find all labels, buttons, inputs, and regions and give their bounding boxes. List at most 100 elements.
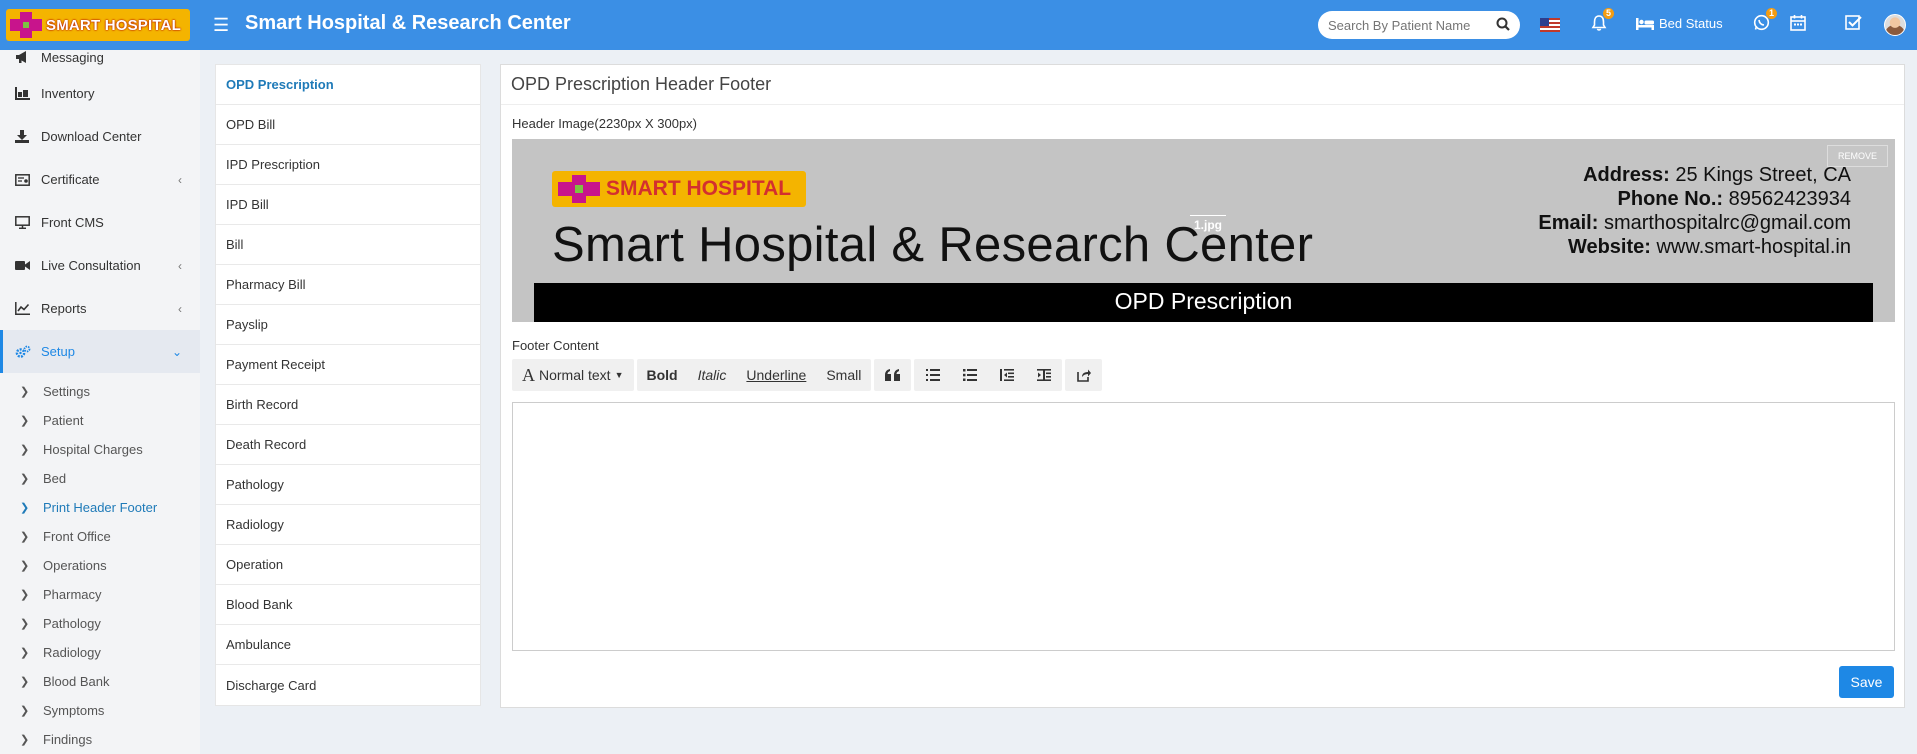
menu-item-death-record[interactable]: Death Record [216, 425, 480, 465]
share-icon[interactable] [1065, 359, 1102, 391]
menu-item-radiology[interactable]: Radiology [216, 505, 480, 545]
header-logo: SMART HOSPITAL [552, 171, 806, 207]
bed-icon [1636, 18, 1654, 30]
menu-item-opd-bill[interactable]: OPD Bill [216, 105, 480, 145]
whatsapp-icon[interactable]: 1 [1753, 8, 1777, 34]
app-logo[interactable]: SMART HOSPITAL [6, 9, 190, 41]
sub-item-print-header-footer[interactable]: ❯ Print Header Footer [0, 493, 200, 522]
sub-item-findings[interactable]: ❯ Findings [0, 725, 200, 754]
search-icon[interactable] [1496, 17, 1510, 34]
sub-item-label: Operations [43, 558, 107, 573]
sub-item-front-office[interactable]: ❯ Front Office [0, 522, 200, 551]
indent-icon[interactable] [1025, 359, 1062, 391]
menu-item-discharge-card[interactable]: Discharge Card [216, 665, 480, 705]
sub-item-operations[interactable]: ❯ Operations [0, 551, 200, 580]
menu-item-payment-receipt[interactable]: Payment Receipt [216, 345, 480, 385]
sidebar-item-inventory[interactable]: Inventory [0, 72, 200, 115]
menu-item-ipd-prescription[interactable]: IPD Prescription [216, 145, 480, 185]
menu-item-birth-record[interactable]: Birth Record [216, 385, 480, 425]
italic-button[interactable]: Italic [688, 359, 737, 391]
sub-item-radiology[interactable]: ❯ Radiology [0, 638, 200, 667]
sub-item-label: Hospital Charges [43, 442, 143, 457]
sidebar-item-front-cms[interactable]: Front CMS [0, 201, 200, 244]
bed-status-button[interactable]: Bed Status [1636, 16, 1723, 31]
menu-item-ambulance[interactable]: Ambulance [216, 625, 480, 665]
sub-item-label: Pathology [43, 616, 101, 631]
patient-search [1318, 11, 1520, 39]
menu-item-pharmacy-bill[interactable]: Pharmacy Bill [216, 265, 480, 305]
sidebar-item-label: Inventory [41, 86, 95, 101]
patient-search-input[interactable] [1328, 17, 1488, 33]
menu-item-operation[interactable]: Operation [216, 545, 480, 585]
heading-dropdown[interactable]: A Normal text ▼ [512, 359, 634, 391]
menu-item-ipd-bill[interactable]: IPD Bill [216, 185, 480, 225]
sub-item-patient[interactable]: ❯ Patient [0, 406, 200, 435]
header-image-dropzone[interactable]: SMART HOSPITAL Smart Hospital & Research… [512, 139, 1895, 322]
sidebar-item-messaging[interactable]: Messaging [0, 50, 200, 72]
bold-button[interactable]: Bold [637, 359, 688, 391]
sub-item-blood-bank[interactable]: ❯ Blood Bank [0, 667, 200, 696]
bell-icon[interactable]: 5 [1591, 8, 1614, 35]
heading-dropdown-inner: A Normal text ▼ [512, 359, 634, 391]
task-check-icon[interactable] [1845, 14, 1862, 34]
underline-button[interactable]: Underline [736, 359, 816, 391]
menu-item-pathology[interactable]: Pathology [216, 465, 480, 505]
certificate-icon [15, 173, 31, 186]
sidebar-item-label: Live Consultation [41, 258, 141, 273]
sidebar-item-certificate[interactable]: Certificate ‹ [0, 158, 200, 201]
header-prescription-bar: OPD Prescription [534, 283, 1873, 322]
medical-cross-icon [6, 9, 46, 41]
sidebar-item-reports[interactable]: Reports ‹ [0, 287, 200, 330]
calendar-icon[interactable] [1790, 14, 1806, 34]
quote-icon[interactable] [874, 359, 911, 391]
chevron-right-icon: ❯ [20, 618, 30, 630]
chevron-right-icon: ❯ [20, 705, 30, 717]
video-icon [15, 260, 31, 271]
bed-status-label: Bed Status [1659, 16, 1723, 31]
menu-item-opd-prescription[interactable]: OPD Prescription [216, 65, 480, 105]
menu-toggle-icon[interactable]: ☰ [213, 15, 229, 36]
sub-item-pharmacy[interactable]: ❯ Pharmacy [0, 580, 200, 609]
save-button[interactable]: Save [1839, 666, 1894, 698]
menu-item-payslip[interactable]: Payslip [216, 305, 480, 345]
logo-text: SMART HOSPITAL [46, 16, 182, 34]
app-title: Smart Hospital & Research Center [245, 12, 571, 34]
chevron-right-icon: ❯ [20, 415, 30, 427]
sidebar-item-label: Certificate [41, 172, 100, 187]
menu-item-blood-bank[interactable]: Blood Bank [216, 585, 480, 625]
footer-content-label: Footer Content [512, 338, 599, 353]
outdent-icon[interactable] [988, 359, 1025, 391]
sub-item-label: Front Office [43, 529, 111, 544]
sub-item-settings[interactable]: ❯ Settings [0, 377, 200, 406]
sub-item-label: Pharmacy [43, 587, 102, 602]
uploaded-file-name: 1.jpg [1190, 215, 1227, 234]
remove-image-button[interactable]: REMOVE [1826, 145, 1888, 167]
sidebar-item-download-center[interactable]: Download Center [0, 115, 200, 158]
monitor-icon [15, 216, 31, 229]
sub-item-hospital-charges[interactable]: ❯ Hospital Charges [0, 435, 200, 464]
text-style-group: Bold Italic Underline Small [636, 359, 872, 391]
sidebar: Messaging Inventory Download Center Cert… [0, 50, 200, 754]
chevron-right-icon: ❯ [20, 531, 30, 543]
sub-item-bed[interactable]: ❯ Bed [0, 464, 200, 493]
us-flag-icon[interactable] [1540, 18, 1560, 32]
caret-down-icon: ▼ [614, 370, 624, 380]
website-label: Website: [1567, 236, 1651, 258]
sidebar-item-setup[interactable]: Setup ⌄ [0, 330, 200, 373]
user-avatar[interactable] [1884, 14, 1906, 36]
sub-item-symptoms[interactable]: ❯ Symptoms [0, 696, 200, 725]
print-type-menu: OPD Prescription OPD Bill IPD Prescripti… [215, 64, 481, 706]
email-label: Email: [1538, 212, 1599, 234]
menu-item-bill[interactable]: Bill [216, 225, 480, 265]
sub-item-pathology[interactable]: ❯ Pathology [0, 609, 200, 638]
sub-item-label: Blood Bank [43, 674, 110, 689]
ordered-list-icon[interactable] [951, 359, 988, 391]
address-value: 25 Kings Street, CA [1675, 164, 1851, 186]
sidebar-item-live-consultation[interactable]: Live Consultation ‹ [0, 244, 200, 287]
footer-content-editor[interactable] [512, 402, 1895, 651]
small-button[interactable]: Small [816, 359, 871, 391]
chevron-right-icon: ❯ [20, 386, 30, 398]
chevron-right-icon: ❯ [20, 734, 30, 746]
chevron-left-icon: ‹ [178, 259, 182, 273]
unordered-list-icon[interactable] [914, 359, 951, 391]
